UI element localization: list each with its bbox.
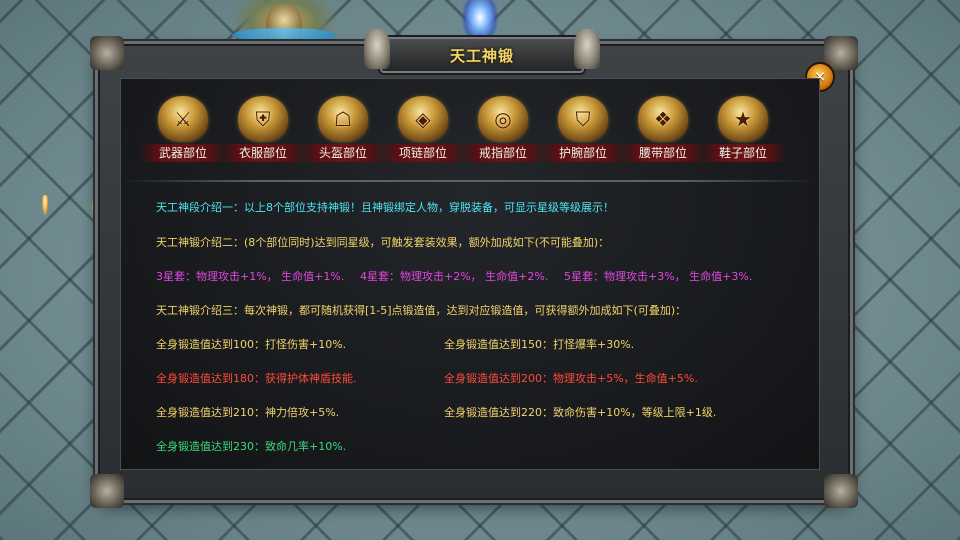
intro-line-1: 天工神段介绍一：以上8个部位支持神锻！且神锻绑定人物，穿脱装备，可显示星级等级展…: [156, 201, 614, 214]
section-divider: [120, 180, 818, 182]
forge-bonus-210: 全身锻造值达到210：神力倍攻+5%.: [156, 406, 340, 419]
forge-bonus-220: 全身锻造值达到220：致命伤害+10%，等级上限+1级.: [444, 406, 717, 419]
forge-bonus-100: 全身锻造值达到100：打怪伤害+10%.: [156, 338, 347, 351]
slot-belt[interactable]: ❖ 腰带部位: [620, 92, 706, 164]
set-bonus-3-star: 3星套：物理攻击+1%， 生命值+1%.: [156, 270, 345, 283]
intro-line-2: 天工神锻介绍二：(8个部位同时)达到同星级，可触发套装效果，额外加成如下(不可能…: [156, 236, 610, 249]
ring-crest-icon: ◎: [478, 96, 528, 142]
slot-bracer[interactable]: ⛉ 护腕部位: [540, 92, 626, 164]
forge-bonus-150: 全身锻造值达到150：打怪爆率+30%.: [444, 338, 635, 351]
intro-line-3: 天工神锻介绍三：每次神锻，都可随机获得[1-5]点锻造值，达到对应锻造值，可获得…: [156, 304, 687, 317]
slot-helmet[interactable]: ☖ 头盔部位: [300, 92, 386, 164]
forge-bonus-230: 全身锻造值达到230：致命几率+10%.: [156, 440, 347, 453]
slot-label: 武器部位: [140, 144, 226, 162]
frame-corner-ornament: [90, 36, 124, 70]
weapon-crest-icon: ⚔: [158, 96, 208, 142]
helmet-crest-icon: ☖: [318, 96, 368, 142]
slot-label: 衣服部位: [220, 144, 306, 162]
slot-label: 头盔部位: [300, 144, 386, 162]
forge-bonus-180: 全身锻造值达到180：获得护体神盾技能.: [156, 372, 357, 385]
necklace-crest-icon: ◈: [398, 96, 448, 142]
slot-ring[interactable]: ◎ 戒指部位: [460, 92, 546, 164]
slot-label: 护腕部位: [540, 144, 626, 162]
slot-label: 戒指部位: [460, 144, 546, 162]
candle-flame-decoration: [42, 195, 48, 215]
forge-bonus-200: 全身锻造值达到200：物理攻击+5%，生命值+5%.: [444, 372, 698, 385]
set-bonus-5-star: 5星套：物理攻击+3%， 生命值+3%.: [564, 270, 753, 283]
slot-boots[interactable]: ★ 鞋子部位: [700, 92, 786, 164]
slot-armor[interactable]: ⛨ 衣服部位: [220, 92, 306, 164]
slot-label: 项链部位: [380, 144, 466, 162]
dialog-title-plate: 天工神锻: [364, 29, 600, 73]
frame-corner-ornament: [90, 474, 124, 508]
bracer-crest-icon: ⛉: [558, 96, 608, 142]
slot-label: 腰带部位: [620, 144, 706, 162]
dialog-title: 天工神锻: [449, 46, 514, 65]
armor-crest-icon: ⛨: [238, 96, 288, 142]
belt-crest-icon: ❖: [638, 96, 688, 142]
boots-crest-icon: ★: [718, 96, 768, 142]
slot-label: 鞋子部位: [700, 144, 786, 162]
slot-necklace[interactable]: ◈ 项链部位: [380, 92, 466, 164]
frame-corner-ornament: [824, 474, 858, 508]
set-bonus-4-star: 4星套：物理攻击+2%， 生命值+2%.: [360, 270, 549, 283]
equipment-slot-row: ⚔ 武器部位 ⛨ 衣服部位 ☖ 头盔部位 ◈ 项链部位 ◎ 戒指部位 ⛉ 护腕部…: [140, 92, 800, 172]
slot-weapon[interactable]: ⚔ 武器部位: [140, 92, 226, 164]
